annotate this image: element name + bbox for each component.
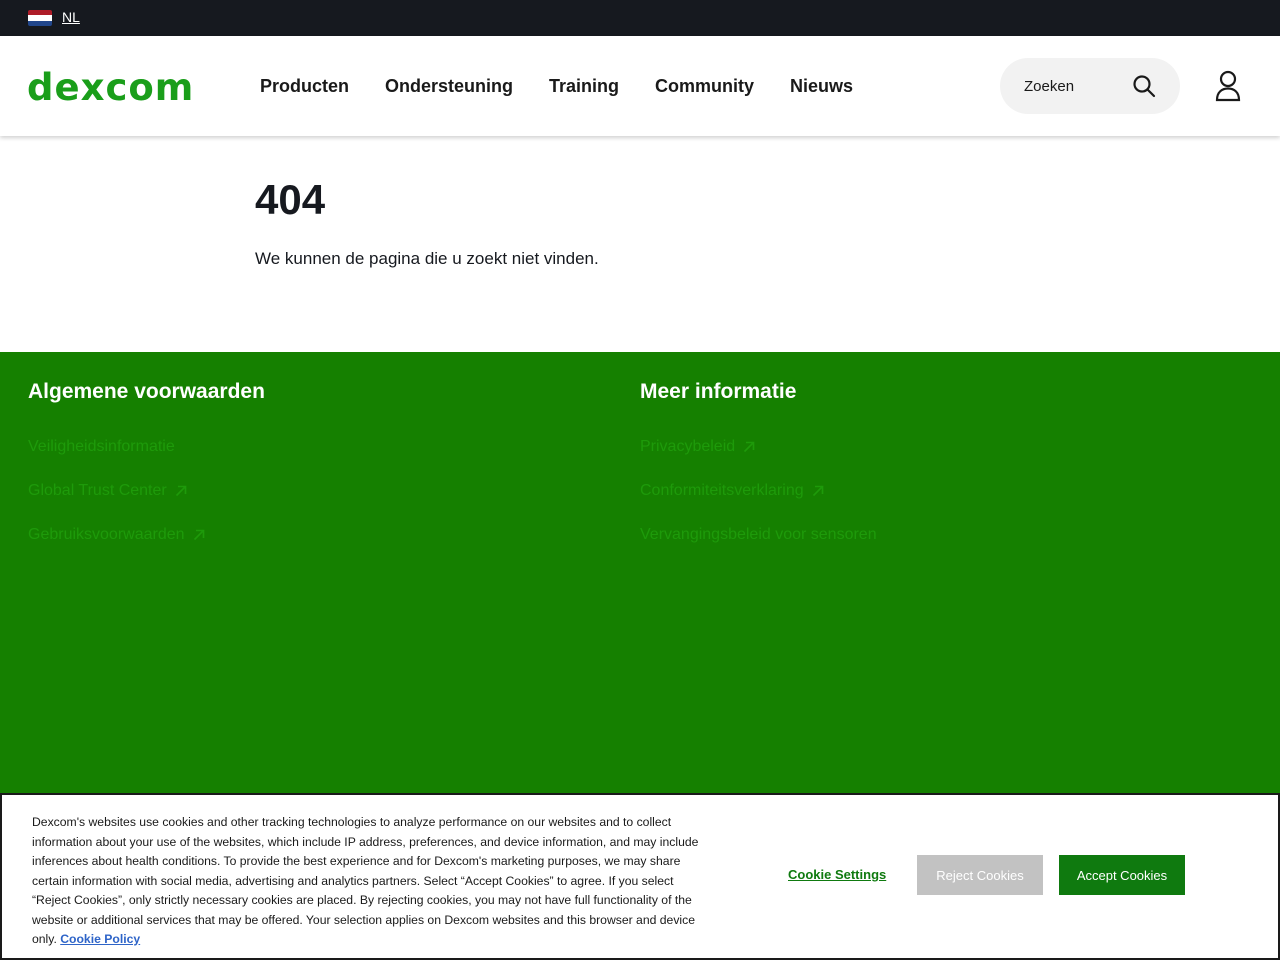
reject-cookies-button[interactable]: Reject Cookies (917, 855, 1043, 895)
nav-item-community[interactable]: Community (655, 76, 754, 97)
footer-heading-terms: Algemene voorwaarden (28, 380, 265, 403)
error-message: We kunnen de pagina die u zoekt niet vin… (255, 249, 599, 268)
main-nav: Producten Ondersteuning Training Communi… (260, 76, 889, 97)
search-input[interactable] (1024, 74, 1124, 98)
language-selector[interactable]: NL (62, 9, 80, 25)
search-box (1000, 58, 1180, 114)
site-header: dexcom Producten Ondersteuning Training … (0, 36, 1280, 136)
external-link-icon (175, 485, 187, 497)
nav-item-nieuws[interactable]: Nieuws (790, 76, 853, 97)
top-bar: NL (0, 0, 1280, 36)
user-icon[interactable] (1214, 70, 1242, 102)
nav-item-producten[interactable]: Producten (260, 76, 349, 97)
footer-column-terms: Algemene voorwaarden Veiligheidsinformat… (28, 380, 265, 568)
cookie-policy-link[interactable]: Cookie Policy (60, 932, 140, 946)
footer-heading-more-info: Meer informatie (640, 380, 797, 403)
cookie-banner: Dexcom's websites use cookies and other … (0, 793, 1280, 960)
external-link-icon (812, 485, 823, 497)
dexcom-logo[interactable]: dexcom (27, 66, 194, 109)
footer-link-terms-of-use[interactable]: Gebruiksvoorwaarden (28, 524, 265, 546)
nav-item-ondersteuning[interactable]: Ondersteuning (385, 76, 513, 97)
footer-column-more-info: Meer informatie Privacybeleid Conformite… (640, 380, 877, 568)
cookie-settings-button[interactable]: Cookie Settings (788, 867, 886, 882)
accept-cookies-button[interactable]: Accept Cookies (1059, 855, 1185, 895)
footer-link-privacy-policy[interactable]: Privacybeleid (640, 436, 877, 458)
footer-link-safety-info[interactable]: Veiligheidsinformatie (28, 436, 265, 458)
footer-link-global-trust-center[interactable]: Global Trust Center (28, 480, 265, 502)
cookie-text: Dexcom's websites use cookies and other … (32, 815, 699, 946)
error-code: 404 (255, 176, 326, 223)
netherlands-flag-icon[interactable] (28, 10, 52, 26)
footer-link-sensor-replacement-policy[interactable]: Vervangingsbeleid voor sensoren (640, 524, 877, 546)
external-link-icon (193, 529, 204, 541)
external-link-icon (744, 441, 755, 453)
footer-link-declaration-of-conformity[interactable]: Conformiteitsverklaring (640, 480, 877, 502)
search-icon[interactable] (1132, 74, 1156, 98)
nav-item-training[interactable]: Training (549, 76, 619, 97)
